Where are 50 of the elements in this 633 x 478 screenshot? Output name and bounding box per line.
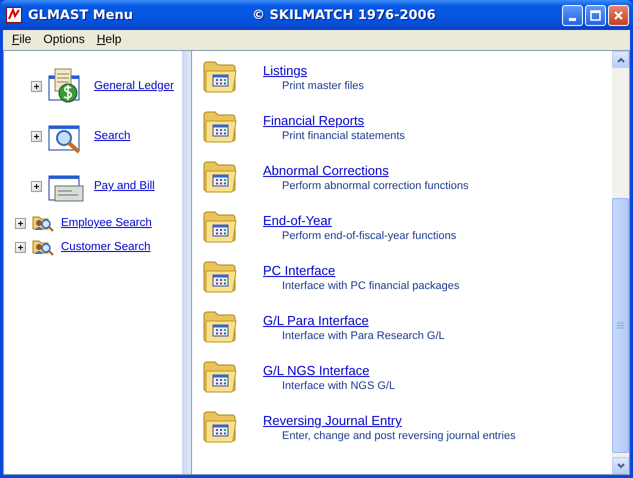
maximize-icon [590, 10, 601, 20]
sidebar-link[interactable]: General Ledger [94, 80, 174, 92]
menu-link[interactable]: G/L Para Interface [263, 313, 445, 328]
link-description: Interface with NGS G/L [282, 380, 396, 392]
app-logo-icon [6, 7, 22, 23]
scroll-thumb[interactable] [612, 198, 629, 453]
menu-link[interactable]: End-of-Year [263, 213, 456, 228]
scroll-down-icon[interactable] [612, 457, 629, 474]
menu-item[interactable]: Options [37, 32, 91, 46]
close-button[interactable] [608, 4, 629, 26]
close-icon [613, 10, 624, 20]
link-description: Enter, change and post reversing journal entries [282, 430, 516, 442]
copyright-caption: © SKILMATCH 1976-2006 [252, 8, 437, 22]
menu-link[interactable]: G/L NGS Interface [263, 363, 396, 378]
expand-icon[interactable] [15, 242, 26, 252]
folder-icon [202, 159, 238, 193]
link-description: Interface with PC financial packages [282, 280, 460, 292]
minimize-icon [569, 18, 576, 20]
scroll-up-icon[interactable] [612, 51, 629, 68]
link-description: Perform abnormal correction functions [282, 180, 468, 192]
folder-icon [202, 409, 238, 443]
expand-icon[interactable] [31, 80, 42, 92]
sidebar-link[interactable]: Employee Search [61, 217, 152, 229]
link-description: Interface with Para Research G/L [282, 330, 445, 342]
link-description: Print master files [282, 80, 364, 92]
menu-link[interactable]: Abnormal Corrections [263, 163, 468, 178]
folder-icon [202, 359, 238, 393]
window-title: GLMAST Menu [28, 8, 134, 22]
expand-icon[interactable] [31, 130, 42, 142]
link-description: Perform end-of-fiscal-year functions [282, 230, 456, 242]
sidebar-link[interactable]: Pay and Bill [94, 180, 155, 192]
menu-link[interactable]: Listings [263, 63, 364, 78]
expand-icon[interactable] [15, 218, 26, 228]
scrollbar[interactable] [612, 51, 629, 474]
menu-item[interactable]: Help [90, 32, 128, 46]
folder-icon [202, 109, 238, 143]
link-description: Print financial statements [282, 130, 405, 142]
folder-icon [202, 209, 238, 243]
expand-icon[interactable] [31, 180, 42, 192]
sidebar-link[interactable]: Search [94, 130, 130, 142]
menu-item[interactable]: File [6, 32, 38, 46]
menu-link[interactable]: Reversing Journal Entry [263, 413, 516, 428]
folder-icon [202, 309, 238, 343]
menu-link[interactable]: PC Interface [263, 263, 460, 278]
menu-link[interactable]: Financial Reports [263, 113, 405, 128]
minimize-button[interactable] [562, 4, 583, 26]
folder-icon [202, 59, 238, 93]
maximize-button[interactable] [585, 4, 606, 26]
sidebar-link[interactable]: Customer Search [61, 241, 150, 253]
folder-icon [202, 259, 238, 293]
